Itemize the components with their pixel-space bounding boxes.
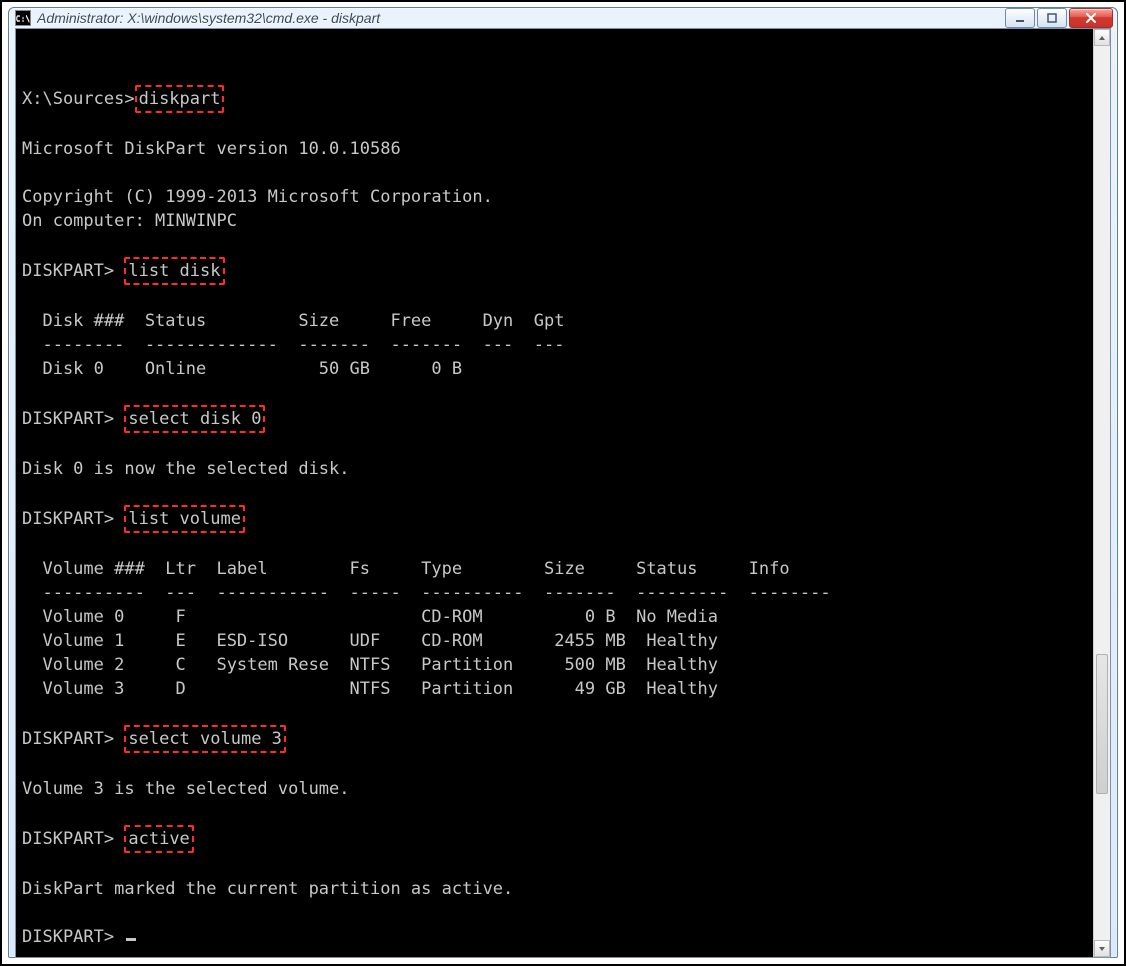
copyright-line: Copyright (C) 1999-2013 Microsoft Corpor… (22, 187, 493, 207)
line (22, 803, 32, 823)
selected-disk-msg: Disk 0 is now the selected disk. (22, 459, 350, 479)
volume-table-sep: ---------- --- ----------- ----- -------… (22, 583, 831, 603)
window-title: Administrator: X:\windows\system32\cmd.e… (37, 10, 1005, 26)
line (22, 115, 32, 135)
line (22, 63, 32, 83)
close-icon (1085, 13, 1097, 23)
line (22, 383, 32, 403)
prompt-diskpart: DISKPART> (22, 927, 114, 947)
disk-table-header: Disk ### Status Size Free Dyn Gpt (22, 311, 564, 331)
volume-table-header: Volume ### Ltr Label Fs Type Size Status… (22, 559, 790, 579)
cmd-select-volume-highlight: select volume 3 (124, 725, 286, 753)
line (22, 755, 32, 775)
line (22, 703, 32, 723)
line (22, 287, 32, 307)
prompt-diskpart: DISKPART> (22, 729, 114, 749)
version-line: Microsoft DiskPart version 10.0.10586 (22, 139, 401, 159)
titlebar[interactable]: C:\ Administrator: X:\windows\system32\c… (9, 8, 1117, 28)
line (22, 855, 32, 875)
volume-table-row: Volume 2 C System Rese NTFS Partition 50… (22, 655, 841, 675)
line (22, 483, 32, 503)
cursor (126, 938, 136, 941)
line (22, 163, 32, 183)
maximize-icon (1047, 13, 1057, 23)
terminal-wrap: X:\Sources>diskpart Microsoft DiskPart v… (16, 29, 1110, 957)
cmd-list-disk-highlight: list disk (124, 257, 224, 285)
prompt-diskpart: DISKPART> (22, 261, 114, 281)
cmd-icon: C:\ (15, 10, 31, 26)
maximize-button[interactable] (1037, 8, 1067, 28)
screenshot-frame: C:\ Administrator: X:\windows\system32\c… (0, 0, 1126, 966)
close-button[interactable] (1069, 8, 1113, 28)
chevron-up-icon (1098, 34, 1106, 42)
prompt-diskpart: DISKPART> (22, 509, 114, 529)
disk-table-sep: -------- ------------- ------- ------- -… (22, 335, 564, 355)
line (22, 535, 32, 555)
prompt-sources: X:\Sources> (22, 89, 135, 109)
active-msg: DiskPart marked the current partition as… (22, 879, 513, 899)
minimize-icon (1015, 13, 1025, 23)
terminal[interactable]: X:\Sources>diskpart Microsoft DiskPart v… (16, 29, 1093, 957)
volume-table-row: Volume 0 F CD-ROM 0 B No Media (22, 607, 831, 627)
volume-table-row: Volume 3 D NTFS Partition 49 GB Healthy (22, 679, 841, 699)
vertical-scrollbar[interactable] (1093, 29, 1110, 957)
prompt-diskpart: DISKPART> (22, 829, 114, 849)
line (22, 435, 32, 455)
line (22, 903, 32, 923)
window-buttons (1005, 8, 1113, 28)
cmd-select-disk-highlight: select disk 0 (124, 405, 265, 433)
line (22, 235, 32, 255)
chevron-down-icon (1098, 945, 1106, 953)
scroll-down-button[interactable] (1094, 940, 1110, 957)
cmd-active-highlight: active (124, 825, 193, 853)
cmd-window: C:\ Administrator: X:\windows\system32\c… (8, 7, 1118, 958)
prompt-diskpart: DISKPART> (22, 409, 114, 429)
scroll-thumb[interactable] (1096, 654, 1108, 794)
volume-table-row: Volume 1 E ESD-ISO UDF CD-ROM 2455 MB He… (22, 631, 841, 651)
scroll-up-button[interactable] (1094, 29, 1110, 46)
client-area: X:\Sources>diskpart Microsoft DiskPart v… (15, 28, 1111, 958)
cmd-diskpart-highlight: diskpart (135, 85, 225, 113)
scroll-track[interactable] (1094, 46, 1110, 940)
cmd-list-volume-highlight: list volume (124, 505, 245, 533)
disk-table-row: Disk 0 Online 50 GB 0 B (22, 359, 575, 379)
on-computer-line: On computer: MINWINPC (22, 211, 237, 231)
selected-volume-msg: Volume 3 is the selected volume. (22, 779, 350, 799)
minimize-button[interactable] (1005, 8, 1035, 28)
